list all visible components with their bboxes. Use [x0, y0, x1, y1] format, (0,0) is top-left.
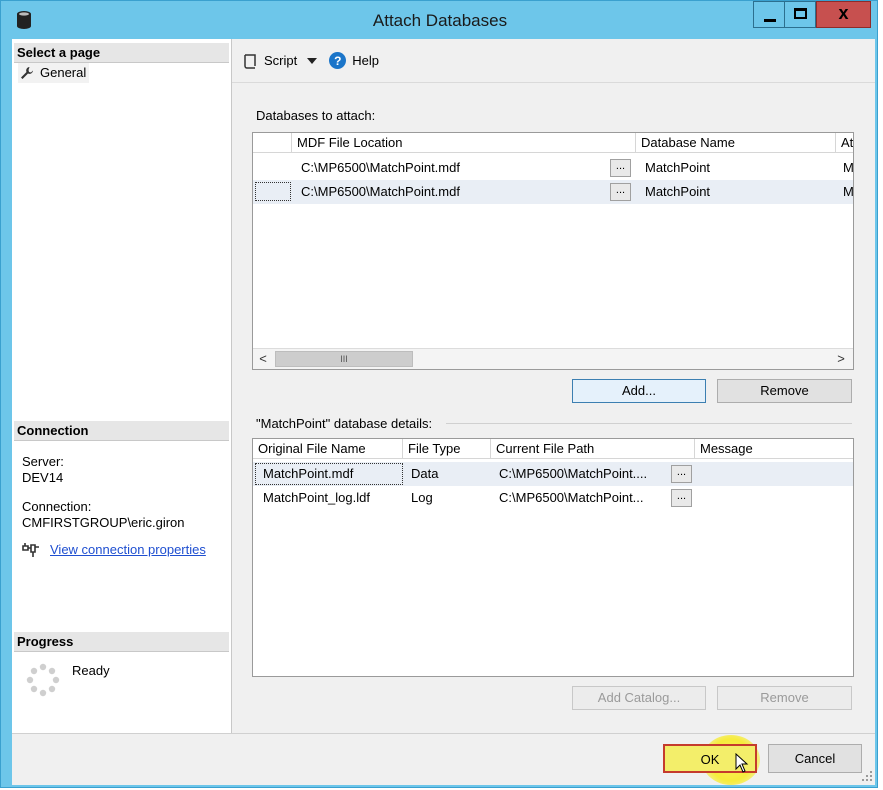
table-row[interactable]: MatchPoint.mdf Data C:\MP6500\MatchPoint… — [253, 462, 853, 486]
column-header-original-file-name[interactable]: Original File Name — [253, 439, 403, 459]
current-file-path-cell: C:\MP6500\MatchPoint.... — [499, 466, 648, 481]
dialog-window: Attach Databases x Select a page General… — [0, 0, 878, 788]
browse-mdf-button[interactable]: ... — [610, 159, 631, 177]
mdf-cell: C:\MP6500\MatchPoint.mdf — [301, 160, 460, 175]
server-label: Server: — [22, 454, 64, 469]
resize-grip-icon[interactable] — [861, 770, 873, 782]
database-details-grid[interactable]: Original File Name File Type Current Fil… — [252, 438, 854, 677]
browse-path-button[interactable]: ... — [671, 489, 692, 507]
horizontal-scrollbar[interactable]: < III > — [253, 348, 853, 369]
view-connection-properties[interactable]: View connection properties — [22, 542, 206, 557]
original-file-name-cell: MatchPoint_log.ldf — [263, 490, 370, 505]
connection-plug-icon — [22, 542, 39, 557]
select-page-header: Select a page — [14, 43, 229, 63]
browse-path-button[interactable]: ... — [671, 465, 692, 483]
databases-to-attach-label: Databases to attach: — [256, 108, 376, 123]
attach-as-cell: M — [843, 184, 853, 199]
scroll-right-icon[interactable]: > — [831, 349, 851, 369]
add-catalog-button[interactable]: Add Catalog... — [572, 686, 706, 710]
minimize-button[interactable] — [753, 1, 785, 28]
page-item-general[interactable]: General — [18, 63, 90, 83]
row-header-column — [253, 133, 292, 153]
title-bar[interactable]: Attach Databases x — [1, 1, 879, 39]
attach-as-cell: M — [843, 160, 853, 175]
progress-header: Progress — [14, 632, 229, 652]
file-type-cell: Data — [411, 466, 439, 481]
progress-spinner-icon — [26, 663, 60, 697]
table-row[interactable]: C:\MP6500\MatchPoint.mdf ... MatchPoint … — [253, 180, 853, 204]
script-button[interactable]: Script — [242, 53, 297, 69]
column-header-mdf[interactable]: MDF File Location — [292, 133, 636, 153]
add-button[interactable]: Add... — [572, 379, 706, 403]
maximize-icon — [794, 8, 807, 19]
maximize-button[interactable] — [785, 1, 816, 28]
remove-database-button[interactable]: Remove — [717, 379, 852, 403]
remove-file-button[interactable]: Remove — [717, 686, 852, 710]
connection-value: CMFIRSTGROUP\eric.giron — [22, 515, 185, 530]
row-selector[interactable] — [255, 182, 291, 201]
help-label: Help — [352, 53, 379, 68]
script-label: Script — [264, 53, 298, 68]
script-dropdown-icon[interactable] — [307, 57, 318, 64]
script-icon — [244, 53, 256, 69]
database-details-label: "MatchPoint" database details: — [256, 416, 433, 431]
connection-label: Connection: — [22, 499, 92, 514]
mouse-cursor-icon — [735, 753, 749, 773]
cancel-button[interactable]: Cancel — [768, 744, 862, 773]
help-icon: ? — [329, 52, 347, 69]
current-file-path-cell: C:\MP6500\MatchPoint... — [499, 490, 644, 505]
progress-status: Ready — [72, 663, 110, 678]
column-header-file-type[interactable]: File Type — [403, 439, 491, 459]
original-file-name-cell: MatchPoint.mdf — [263, 466, 354, 481]
database-name-cell: MatchPoint — [645, 184, 711, 199]
column-header-current-file-path[interactable]: Current File Path — [491, 439, 695, 459]
close-button[interactable]: x — [816, 1, 871, 28]
help-button[interactable]: ? Help — [329, 52, 379, 69]
scroll-left-icon[interactable]: < — [253, 349, 273, 369]
column-header-database-name[interactable]: Database Name — [636, 133, 836, 153]
window-title: Attach Databases — [372, 11, 508, 30]
database-name-cell: MatchPoint — [645, 160, 711, 175]
server-value: DEV14 — [22, 470, 64, 485]
left-pane: Select a page General Connection Server:… — [12, 39, 232, 733]
minimize-icon — [764, 19, 776, 22]
scroll-thumb[interactable]: III — [275, 351, 413, 367]
toolbar: Script ? Help — [232, 39, 875, 83]
file-type-cell: Log — [411, 490, 433, 505]
close-icon: x — [838, 3, 849, 23]
browse-mdf-button[interactable]: ... — [610, 183, 631, 201]
column-header-attach-as[interactable]: At — [836, 133, 853, 153]
mdf-cell: C:\MP6500\MatchPoint.mdf — [301, 184, 460, 199]
column-header-message[interactable]: Message — [695, 439, 853, 459]
table-row[interactable]: C:\MP6500\MatchPoint.mdf ... MatchPoint … — [253, 156, 853, 180]
table-row[interactable]: MatchPoint_log.ldf Log C:\MP6500\MatchPo… — [253, 486, 853, 510]
right-pane: Script ? Help Databases to attach: MDF F… — [232, 39, 875, 733]
group-divider — [446, 423, 852, 424]
page-item-label: General — [40, 65, 87, 80]
connection-header: Connection — [14, 421, 229, 441]
view-connection-properties-link[interactable]: View connection properties — [50, 542, 206, 557]
wrench-icon — [21, 67, 33, 79]
dialog-client-area: Select a page General Connection Server:… — [12, 39, 875, 785]
databases-grid[interactable]: MDF File Location Database Name At C:\MP… — [252, 132, 854, 370]
